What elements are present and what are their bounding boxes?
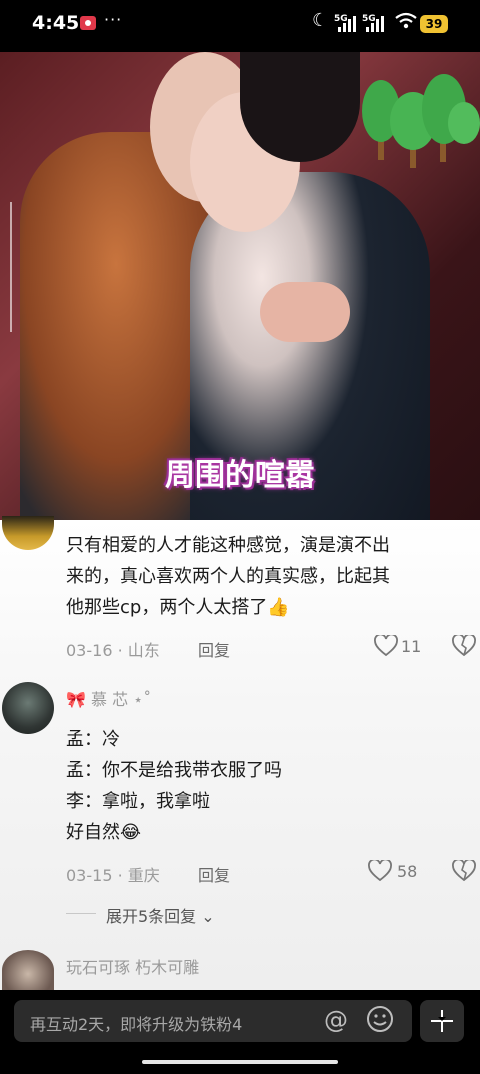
video-progress-indicator xyxy=(10,202,12,332)
reply-button[interactable]: 回复 xyxy=(198,862,230,886)
comment-line: 孟：你不是给我带衣服了吗 xyxy=(66,760,282,781)
comment-line: 孟：冷 xyxy=(66,729,120,750)
comment-text: 孟：冷 孟：你不是给我带衣服了吗 李：拿啦，我拿啦 好自然😂 xyxy=(66,724,282,848)
comment-input[interactable]: 再互动2天，即将升级为铁粉4 @ xyxy=(14,1000,412,1042)
expand-replies-label: 展开5条回复 xyxy=(106,907,197,926)
comment-date: 03-15 · 重庆 xyxy=(66,866,160,885)
signal-bars-icon xyxy=(338,16,356,32)
like-count: 11 xyxy=(401,637,422,656)
comment-input-placeholder: 再互动2天，即将升级为铁粉4 xyxy=(30,1015,243,1034)
expand-divider xyxy=(66,913,96,914)
minimize-icon[interactable] xyxy=(420,1000,464,1042)
wifi-icon xyxy=(395,12,417,34)
like-count: 58 xyxy=(397,862,418,881)
broken-heart-icon[interactable] xyxy=(452,633,476,661)
heart-icon[interactable] xyxy=(374,633,398,661)
comment-username[interactable]: 🎀 慕 芯 ⋆˚ xyxy=(66,686,151,710)
video-caption: 周围的喧嚣 xyxy=(165,458,315,493)
comment-line: 来的，真心喜欢两个人的真实感，比起其 xyxy=(66,566,390,587)
broken-heart-icon[interactable] xyxy=(452,858,476,886)
reply-button[interactable]: 回复 xyxy=(198,637,230,661)
comment-line: 李：拿啦，我拿啦 xyxy=(66,791,210,812)
record-icon xyxy=(80,16,96,30)
video-hand xyxy=(260,282,350,342)
emoji-icon[interactable] xyxy=(366,1005,394,1039)
comment-line: 好自然😂 xyxy=(66,822,142,843)
video-hair xyxy=(240,52,360,162)
status-time: 4:45 xyxy=(32,12,80,34)
chevron-down-icon: ⌄ xyxy=(201,907,215,926)
heart-icon[interactable] xyxy=(368,858,392,886)
at-icon[interactable]: @ xyxy=(324,1006,348,1034)
signal-bars-icon-2 xyxy=(366,16,384,32)
battery-indicator: 39 xyxy=(420,15,448,33)
home-indicator[interactable] xyxy=(142,1060,338,1064)
expand-replies-button[interactable]: 展开5条回复 ⌄ xyxy=(106,903,215,927)
status-bar: 4:45 ··· ☾ 5G 5G 39 xyxy=(0,0,480,52)
status-dots: ··· xyxy=(104,10,123,29)
comment-username[interactable]: 玩石可琢 朽木可雕 xyxy=(66,954,199,978)
avatar[interactable] xyxy=(2,950,54,990)
comment-text: 只有相爱的人才能这种感觉，演是演不出 来的，真心喜欢两个人的真实感，比起其 他那… xyxy=(66,530,390,623)
comment-line: 只有相爱的人才能这种感觉，演是演不出 xyxy=(66,535,390,556)
comment-date: 03-16 · 山东 xyxy=(66,641,160,660)
comment-line: 他那些cp，两个人太搭了👍 xyxy=(66,597,290,618)
video-player[interactable]: 周围的喧嚣 xyxy=(0,52,480,520)
moon-icon: ☾ xyxy=(312,10,329,31)
avatar[interactable] xyxy=(2,682,54,734)
